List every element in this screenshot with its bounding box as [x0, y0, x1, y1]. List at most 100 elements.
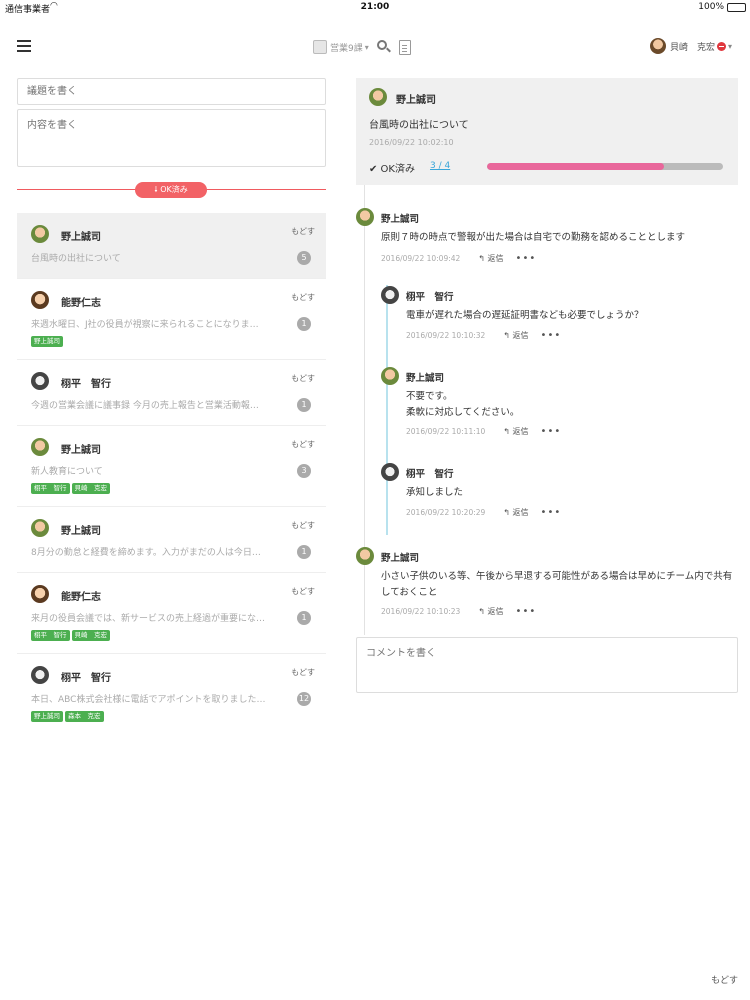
- thread-author: 栩平 智行: [61, 673, 111, 684]
- avatar: [31, 372, 49, 390]
- user-name: 貝崎 克宏: [669, 42, 715, 53]
- thread-preview: 8月分の勤怠と経費を締めます。入力がまだの人は今日…: [31, 548, 261, 558]
- more-icon[interactable]: •••: [516, 606, 537, 617]
- avatar: [31, 438, 49, 456]
- thread-author: 野上誠司: [61, 526, 101, 537]
- topic-timestamp: 2016/09/22 10:02:10: [369, 138, 454, 147]
- thread-item[interactable]: 能野仁志 もどす 来週水曜日、J社の役員が視察に来られることになりま… 1 野上…: [17, 279, 326, 360]
- back-button[interactable]: もどす: [291, 292, 315, 303]
- thread-author: 栩平 智行: [61, 379, 111, 390]
- topic-body-input[interactable]: [17, 109, 326, 167]
- tag-list: 栩平 智行 貝崎 克宏: [31, 483, 110, 494]
- org-name[interactable]: 営業9課: [330, 41, 363, 54]
- reply-button[interactable]: ↰ 返信: [503, 507, 528, 518]
- back-button[interactable]: もどす: [291, 667, 315, 678]
- more-icon[interactable]: •••: [516, 253, 537, 264]
- ok-progress-fill: [487, 163, 664, 170]
- chevron-down-icon[interactable]: ▾: [365, 43, 369, 52]
- reply-button[interactable]: ↰ 返信: [478, 606, 503, 617]
- reply-count-badge: 5: [297, 251, 311, 265]
- ok-button[interactable]: ✔ OK済み: [369, 160, 415, 175]
- user-menu[interactable]: 貝崎 克宏 ▾: [649, 38, 732, 54]
- avatar: [31, 666, 49, 684]
- thread-item[interactable]: 栩平 智行 もどす 本日、ABC株式会社様に電話でアポイントを取りました… 12…: [17, 654, 326, 732]
- thread-author: 野上誠司: [61, 232, 101, 243]
- more-icon[interactable]: •••: [541, 330, 562, 341]
- topic-header-card: 野上誠司 台風時の出社について 2016/09/22 10:02:10 ✔ OK…: [356, 78, 738, 185]
- battery-percent: 100%: [698, 2, 724, 12]
- back-button[interactable]: もどす: [291, 226, 315, 237]
- top-nav: 営業9課 ▾ 貝崎 克宏 ▾: [0, 30, 750, 64]
- reply-timestamp: 2016/09/22 10:09:42: [381, 254, 461, 263]
- reply-button[interactable]: ↰ 返信: [478, 253, 503, 264]
- reply-timestamp: 2016/09/22 10:10:32: [406, 331, 486, 340]
- tag: 栩平 智行: [31, 630, 70, 641]
- reply-label: 返信: [512, 331, 529, 340]
- hamburger-menu-icon[interactable]: [17, 40, 31, 52]
- battery-icon: [727, 3, 746, 12]
- back-button[interactable]: もどす: [291, 373, 315, 384]
- arrow-down-icon: 🠗: [154, 185, 158, 194]
- reply-arrow-icon: ↰: [503, 508, 510, 517]
- thread-item[interactable]: 野上誠司 もどす 台風時の出社について 5: [17, 213, 326, 279]
- ok-count-link[interactable]: 3 / 4: [430, 161, 450, 171]
- tag-list: 野上誠司 森本 克宏: [31, 711, 104, 722]
- back-button[interactable]: もどす: [291, 439, 315, 450]
- comment-input[interactable]: [356, 637, 738, 693]
- search-icon[interactable]: [376, 40, 391, 54]
- document-icon[interactable]: [398, 39, 411, 55]
- avatar: [381, 286, 399, 304]
- reply-body: 不要です。 柔軟に対応してください。: [406, 391, 520, 418]
- avatar: [381, 367, 399, 385]
- reply-count-badge: 1: [297, 317, 311, 331]
- tag: 野上誠司: [31, 711, 63, 722]
- clock: 21:00: [360, 2, 390, 12]
- reply-arrow-icon: ↰: [503, 331, 510, 340]
- reply-meta: 2016/09/22 10:10:32 ↰ 返信 •••: [406, 330, 561, 341]
- thread-item[interactable]: 栩平 智行 もどす 今週の営業会議に議事録 今月の売上報告と営業活動報… 1: [17, 360, 326, 426]
- reply-count-badge: 1: [297, 545, 311, 559]
- reply: 栩平 智行 承知しました 2016/09/22 10:20:29 ↰ 返信 ••…: [381, 463, 736, 523]
- reply-button[interactable]: ↰ 返信: [503, 426, 528, 437]
- ok-filter-button[interactable]: 🠗 OK済み: [135, 182, 207, 198]
- ok-filter-label: OK済み: [160, 185, 188, 194]
- do-not-disturb-icon: [716, 41, 726, 51]
- reply-timestamp: 2016/09/22 10:10:23: [381, 607, 461, 616]
- reply: 野上誠司 原則７時の時点で警報が出た場合は自宅での勤務を認めることとします 20…: [356, 208, 736, 268]
- thread-item[interactable]: 野上誠司 もどす 8月分の勤怠と経費を締めます。入力がまだの人は今日… 1: [17, 507, 326, 573]
- back-button[interactable]: もどす: [291, 520, 315, 531]
- reply-count-badge: 12: [297, 692, 311, 706]
- back-button[interactable]: もどす: [711, 973, 738, 986]
- tag-list: 栩平 智行 貝崎 克宏: [31, 630, 110, 641]
- tag: 野上誠司: [31, 336, 63, 347]
- tag: 貝崎 克宏: [71, 483, 110, 494]
- thread-preview: 新人教育について: [31, 467, 103, 477]
- thread-preview: 今週の営業会議に議事録 今月の売上報告と営業活動報…: [31, 401, 259, 411]
- reply-meta: 2016/09/22 10:10:23 ↰ 返信 •••: [381, 606, 536, 617]
- thread-preview: 本日、ABC株式会社様に電話でアポイントを取りました…: [31, 695, 266, 705]
- building-icon[interactable]: [313, 40, 327, 54]
- reply-author: 栩平 智行: [406, 292, 454, 303]
- reply-label: 返信: [487, 254, 504, 263]
- reply-count-badge: 3: [297, 464, 311, 478]
- topic-title: 台風時の出社について: [369, 120, 469, 131]
- reply-body: 承知しました: [406, 487, 464, 498]
- reply-button[interactable]: ↰ 返信: [503, 330, 528, 341]
- more-icon[interactable]: •••: [541, 507, 562, 518]
- reply-count-badge: 1: [297, 398, 311, 412]
- thread-author: 能野仁志: [61, 592, 101, 603]
- reply-meta: 2016/09/22 10:11:10 ↰ 返信 •••: [406, 426, 561, 437]
- reply-arrow-icon: ↰: [503, 427, 510, 436]
- avatar: [31, 519, 49, 537]
- thread-item[interactable]: 野上誠司 もどす 新人教育について 3 栩平 智行 貝崎 克宏: [17, 426, 326, 507]
- reply-body: 小さい子供のいる等、午後から早退する可能性がある場合は早めにチーム内で共有 して…: [381, 571, 733, 598]
- reply: 野上誠司 不要です。 柔軟に対応してください。 2016/09/22 10:11…: [381, 367, 736, 442]
- topic-title-input[interactable]: [17, 78, 326, 105]
- thread-item[interactable]: 能野仁志 もどす 来月の役員会議では、新サービスの売上経過が重要にな… 1 栩平…: [17, 573, 326, 654]
- more-icon[interactable]: •••: [541, 426, 562, 437]
- back-button[interactable]: もどす: [291, 586, 315, 597]
- reply-author: 野上誠司: [381, 553, 420, 564]
- avatar: [31, 225, 49, 243]
- status-bar: 通信事業者 ◠ 21:00 100%: [0, 0, 750, 16]
- avatar: [356, 208, 374, 226]
